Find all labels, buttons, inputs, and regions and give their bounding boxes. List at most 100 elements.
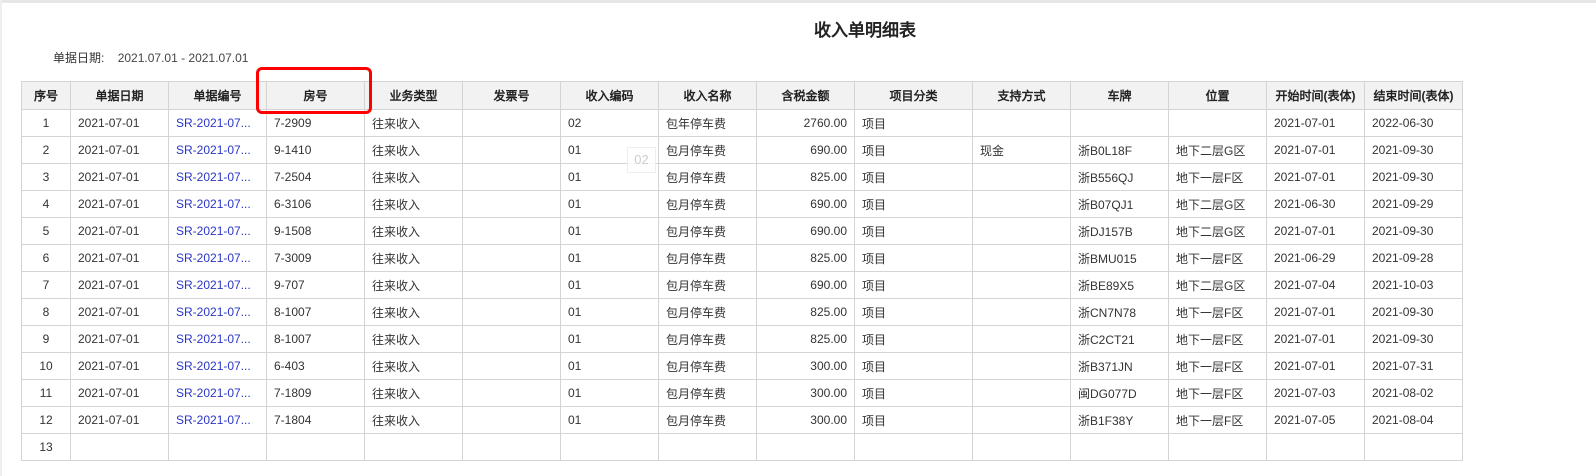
column-header-location[interactable]: 位置	[1168, 81, 1267, 110]
column-header-start-time[interactable]: 开始时间(表体)	[1266, 81, 1365, 110]
cell-biz-type: 往来收入	[364, 109, 463, 137]
cell-doc-no[interactable]: SR-2021-07...	[168, 109, 267, 137]
cell-doc-no[interactable]: SR-2021-07...	[168, 379, 267, 407]
cell-room: 8-1007	[266, 298, 365, 326]
cell-invoice-no	[462, 109, 561, 137]
table-body: 1 2021-07-01 SR-2021-07... 7-2909 往来收入 02 包年停车…	[21, 109, 1463, 461]
column-header-biz-type[interactable]: 业务类型	[364, 81, 463, 110]
column-header-doc-no[interactable]: 单据编号	[168, 81, 267, 110]
cell-room: 9-707	[266, 271, 365, 299]
table-row[interactable]: 3 2021-07-01 SR-2021-07... 7-2504 往来收入 01 包月停车…	[21, 163, 1463, 191]
cell-doc-no[interactable]: SR-2021-07...	[168, 271, 267, 299]
cell-doc-no[interactable]: SR-2021-07...	[168, 244, 267, 272]
cell-invoice-no	[462, 352, 561, 380]
income-detail-table: 序号 单据日期 单据编号 房号 业务类型 发票号 收入编码 收入名称 含税金额 项目分类 支持方式车…	[21, 81, 1463, 461]
table-header-row: 序号 单据日期 单据编号 房号 业务类型 发票号 收入编码 收入名称 含税金额 项目分类 支持方式车…	[21, 81, 1463, 110]
cell-plate: 闽DG077D	[1070, 379, 1169, 407]
cell-doc-no[interactable]	[168, 433, 267, 461]
cell-location: 地下一层F区	[1168, 244, 1267, 272]
cell-start-time: 2021-07-01	[1266, 109, 1365, 137]
cell-plate: 浙C2CT21	[1070, 325, 1169, 353]
cell-room: 9-1508	[266, 217, 365, 245]
cell-biz-type: 往来收入	[364, 217, 463, 245]
cell-doc-no[interactable]: SR-2021-07...	[168, 406, 267, 434]
column-header-income-name[interactable]: 收入名称	[658, 81, 757, 110]
cell-start-time: 2021-07-05	[1266, 406, 1365, 434]
cell-location: 地下一层F区	[1168, 163, 1267, 191]
cell-room: 7-2909	[266, 109, 365, 137]
column-header-payment-method[interactable]: 支持方式	[972, 81, 1071, 110]
cell-income-name: 包月停车费	[658, 190, 757, 218]
cell-doc-no[interactable]: SR-2021-07...	[168, 163, 267, 191]
column-header-room[interactable]: 房号	[266, 81, 365, 110]
column-header-seq[interactable]: 序号	[21, 81, 71, 110]
cell-start-time: 2021-07-01	[1266, 217, 1365, 245]
cell-income-name: 包月停车费	[658, 163, 757, 191]
cell-tax-amount: 825.00	[756, 325, 855, 353]
cell-doc-no[interactable]: SR-2021-07...	[168, 325, 267, 353]
cell-seq: 12	[21, 406, 71, 434]
cell-doc-no[interactable]: SR-2021-07...	[168, 190, 267, 218]
cell-seq: 11	[21, 379, 71, 407]
cell-income-name: 包月停车费	[658, 406, 757, 434]
cell-doc-no[interactable]: SR-2021-07...	[168, 298, 267, 326]
table-row[interactable]: 13	[21, 433, 1463, 461]
cell-doc-no[interactable]: SR-2021-07...	[168, 136, 267, 164]
cell-plate: 浙B0L18F	[1070, 136, 1169, 164]
cell-invoice-no	[462, 163, 561, 191]
cell-doc-no[interactable]: SR-2021-07...	[168, 217, 267, 245]
cell-end-time: 2021-08-04	[1364, 406, 1463, 434]
cell-invoice-no	[462, 217, 561, 245]
table-row[interactable]: 2 2021-07-01 SR-2021-07... 9-1410 往来收入 01 包月停车…	[21, 136, 1463, 164]
column-header-plate[interactable]: 车牌	[1070, 81, 1169, 110]
cell-doc-no[interactable]: SR-2021-07...	[168, 352, 267, 380]
cell-invoice-no	[462, 271, 561, 299]
table-row[interactable]: 12 2021-07-01 SR-2021-07... 7-1804 往来收入 01 包月停…	[21, 406, 1463, 434]
cell-room: 6-3106	[266, 190, 365, 218]
column-header-item-category[interactable]: 项目分类	[854, 81, 973, 110]
cell-income-name: 包月停车费	[658, 136, 757, 164]
table-row[interactable]: 11 2021-07-01 SR-2021-07... 7-1809 往来收入 01 包月停…	[21, 379, 1463, 407]
cell-room: 6-403	[266, 352, 365, 380]
column-header-end-time[interactable]: 结束时间(表体)	[1364, 81, 1463, 110]
cell-end-time: 2021-09-29	[1364, 190, 1463, 218]
cell-item-category: 项目	[854, 244, 973, 272]
top-border	[0, 0, 1596, 3]
cell-biz-type: 往来收入	[364, 379, 463, 407]
table-row[interactable]: 10 2021-07-01 SR-2021-07... 6-403 往来收入 01 包月停车…	[21, 352, 1463, 380]
cell-biz-type: 往来收入	[364, 352, 463, 380]
column-header-income-code[interactable]: 收入编码	[560, 81, 659, 110]
cell-invoice-no	[462, 379, 561, 407]
cell-room: 9-1410	[266, 136, 365, 164]
cell-start-time: 2021-07-01	[1266, 136, 1365, 164]
cell-plate: 浙DJ157B	[1070, 217, 1169, 245]
cell-seq: 3	[21, 163, 71, 191]
cell-tax-amount: 2760.00	[756, 109, 855, 137]
cell-biz-type: 往来收入	[364, 163, 463, 191]
cell-start-time	[1266, 433, 1365, 461]
table-row[interactable]: 8 2021-07-01 SR-2021-07... 8-1007 往来收入 01 包月停车…	[21, 298, 1463, 326]
cell-income-name: 包月停车费	[658, 352, 757, 380]
column-header-tax-amount[interactable]: 含税金额	[756, 81, 855, 110]
cell-item-category: 项目	[854, 109, 973, 137]
cell-invoice-no	[462, 136, 561, 164]
cell-payment-method	[972, 352, 1071, 380]
cell-tax-amount: 690.00	[756, 217, 855, 245]
table-row[interactable]: 1 2021-07-01 SR-2021-07... 7-2909 往来收入 02 包年停车…	[21, 109, 1463, 137]
column-header-invoice-no[interactable]: 发票号	[462, 81, 561, 110]
cell-end-time: 2021-09-30	[1364, 325, 1463, 353]
cell-income-code: 01	[560, 325, 659, 353]
cell-income-code: 02	[560, 109, 659, 137]
table-row[interactable]: 5 2021-07-01 SR-2021-07... 9-1508 往来收入 01 包月停车…	[21, 217, 1463, 245]
cell-room: 7-3009	[266, 244, 365, 272]
table-row[interactable]: 4 2021-07-01 SR-2021-07... 6-3106 往来收入 01 包月停车…	[21, 190, 1463, 218]
cell-biz-type: 往来收入	[364, 406, 463, 434]
cell-plate: 浙BE89X5	[1070, 271, 1169, 299]
column-header-doc-date[interactable]: 单据日期	[70, 81, 169, 110]
table-row[interactable]: 9 2021-07-01 SR-2021-07... 8-1007 往来收入 01 包月停车…	[21, 325, 1463, 353]
cell-income-code: 01	[560, 406, 659, 434]
table-row[interactable]: 6 2021-07-01 SR-2021-07... 7-3009 往来收入 01 包月停车…	[21, 244, 1463, 272]
table-row[interactable]: 7 2021-07-01 SR-2021-07... 9-707 往来收入 01 包月停车费…	[21, 271, 1463, 299]
date-filter-value: 2021.07.01 - 2021.07.01	[117, 51, 249, 65]
cell-plate: 浙CN7N78	[1070, 298, 1169, 326]
